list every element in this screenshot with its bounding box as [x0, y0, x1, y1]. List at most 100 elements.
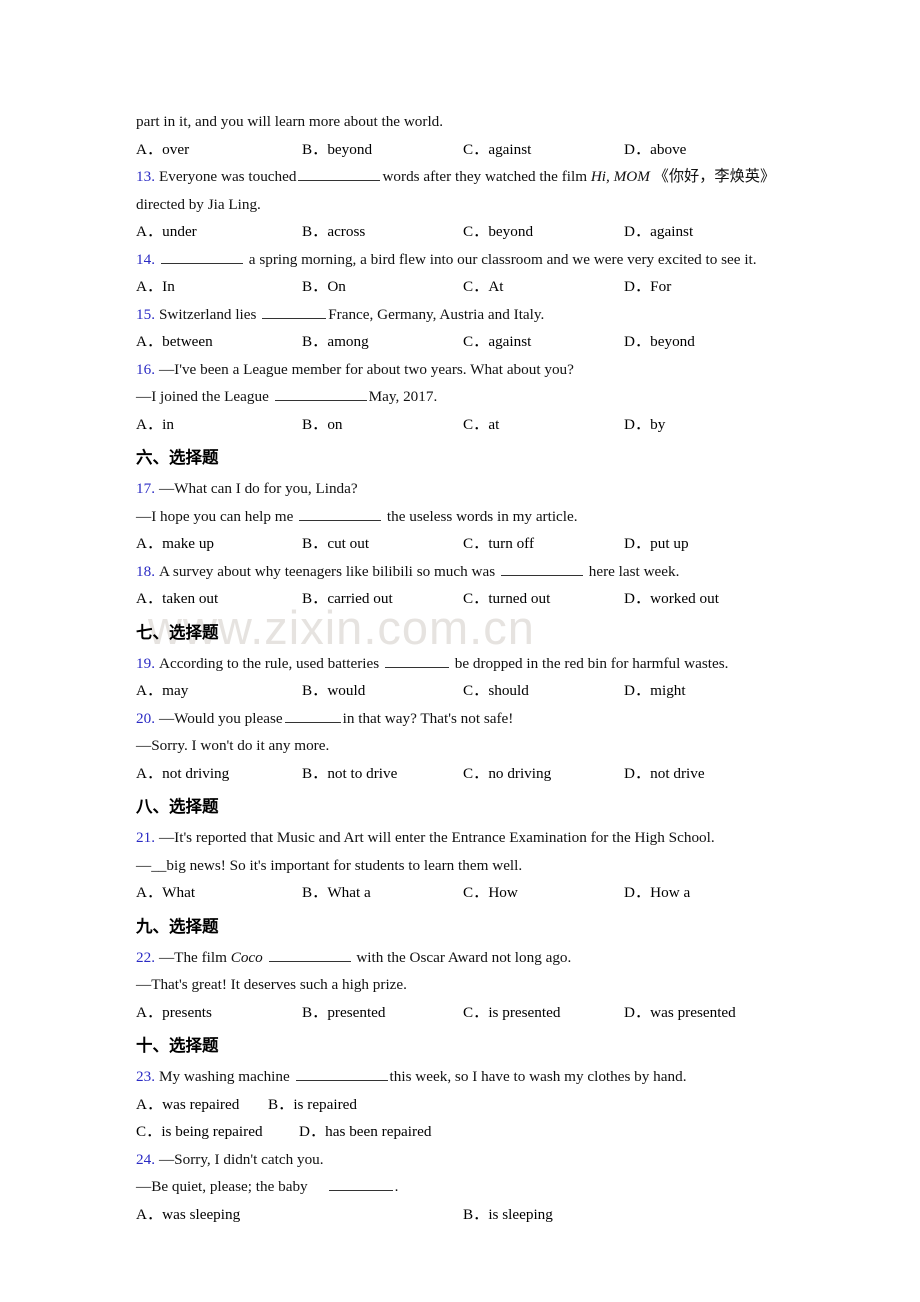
question-text: —Would you please: [158, 709, 283, 727]
option-b-q15[interactable]: B．among: [302, 328, 369, 356]
option-label-d: D．: [624, 223, 651, 240]
question-17-stem: 17. —What can I do for you, Linda?: [136, 475, 791, 503]
option-d-q19[interactable]: D．might: [624, 677, 686, 705]
option-d-q23[interactable]: D．has been repaired: [299, 1118, 431, 1146]
option-d-q21[interactable]: D．How a: [624, 879, 690, 907]
option-c-q15[interactable]: C．against: [463, 328, 531, 356]
option-c-q18[interactable]: C．turned out: [463, 585, 550, 613]
option-b-q17[interactable]: B．cut out: [302, 530, 369, 558]
option-b-q20[interactable]: B．not to drive: [302, 760, 397, 788]
option-c-q13[interactable]: C．beyond: [463, 218, 533, 246]
option-b-q13[interactable]: B．across: [302, 218, 365, 246]
option-label-b: B．: [302, 278, 328, 295]
film-title-chinese: 《你好，李焕英》: [653, 167, 776, 185]
question-text-cont: be dropped in the red bin for harmful wa…: [454, 654, 729, 672]
option-b-q16[interactable]: B．on: [302, 411, 343, 439]
option-label-d: D．: [624, 1003, 651, 1021]
answer-blank[interactable]: [268, 948, 351, 962]
option-b-q14[interactable]: B．On: [302, 273, 346, 301]
answer-blank[interactable]: [160, 250, 243, 264]
answer-blank[interactable]: [500, 562, 583, 576]
reply-text-cont: the useless words in my article.: [386, 507, 578, 525]
option-a-q18[interactable]: A．taken out: [136, 585, 218, 613]
option-label-d: D．: [299, 1123, 326, 1140]
question-text-cont: with the Oscar Award not long ago.: [356, 948, 572, 966]
question-21-reply: —__big news! So it's important for stude…: [136, 856, 523, 874]
option-a-q22[interactable]: A．presents: [136, 999, 212, 1027]
question-text-cont: here last week.: [588, 562, 680, 580]
option-a-q12[interactable]: A．over: [136, 136, 189, 164]
option-b-q24[interactable]: B．is sleeping: [463, 1201, 553, 1229]
option-a-q24[interactable]: A．was sleeping: [136, 1201, 240, 1229]
answer-blank[interactable]: [274, 387, 367, 401]
options-row-q21: A．What B．What a C．How D．How a: [136, 879, 791, 907]
option-b-q23[interactable]: B．is repaired: [268, 1091, 357, 1119]
option-d-q20[interactable]: D．not drive: [624, 760, 705, 788]
option-text: In: [162, 278, 175, 295]
reply-text: —I hope you can help me: [136, 507, 294, 525]
option-text: carried out: [327, 590, 393, 607]
option-text: has been repaired: [325, 1123, 432, 1140]
option-label-c: C．: [463, 682, 489, 699]
option-text: across: [327, 223, 366, 240]
option-a-q23[interactable]: A．was repaired: [136, 1091, 239, 1119]
option-b-q19[interactable]: B．would: [302, 677, 365, 705]
option-a-q17[interactable]: A．make up: [136, 530, 214, 558]
option-label-b: B．: [302, 223, 328, 240]
option-text: turn off: [488, 535, 535, 552]
option-c-q14[interactable]: C．At: [463, 273, 504, 301]
option-d-q17[interactable]: D．put up: [624, 530, 689, 558]
option-d-q16[interactable]: D．by: [624, 411, 665, 439]
option-c-q19[interactable]: C．should: [463, 677, 529, 705]
option-c-q22[interactable]: C．is presented: [463, 999, 560, 1027]
option-d-q14[interactable]: D．For: [624, 273, 671, 301]
option-c-q12[interactable]: C．against: [463, 136, 531, 164]
answer-blank[interactable]: [295, 1067, 388, 1081]
option-a-q14[interactable]: A．In: [136, 273, 175, 301]
answer-blank[interactable]: [262, 305, 327, 319]
option-c-q23[interactable]: C．is being repaired: [136, 1118, 263, 1146]
option-label-b: B．: [302, 1003, 328, 1021]
option-a-q19[interactable]: A．may: [136, 677, 188, 705]
option-c-q21[interactable]: C．How: [463, 879, 518, 907]
option-text: not driving: [162, 764, 230, 782]
option-text: How a: [650, 884, 691, 901]
option-text: worked out: [650, 590, 719, 607]
option-d-q18[interactable]: D．worked out: [624, 585, 719, 613]
option-label-c: C．: [463, 590, 489, 607]
option-label-a: A．: [136, 415, 163, 433]
option-d-q13[interactable]: D．against: [624, 218, 693, 246]
question-text: a spring morning, a bird flew into our c…: [248, 250, 757, 268]
option-text: by: [650, 415, 666, 433]
option-label-c: C．: [463, 884, 489, 901]
option-text: On: [327, 278, 346, 295]
question-13-stem: 13. Everyone was touched words after they …: [136, 163, 791, 218]
option-a-q13[interactable]: A．under: [136, 218, 197, 246]
option-d-q12[interactable]: D．above: [624, 136, 686, 164]
option-text: against: [488, 140, 532, 158]
option-d-q15[interactable]: D．beyond: [624, 328, 695, 356]
answer-blank[interactable]: [284, 709, 341, 723]
option-b-q12[interactable]: B．beyond: [302, 136, 372, 164]
answer-blank[interactable]: [298, 167, 381, 181]
option-c-q17[interactable]: C．turn off: [463, 530, 534, 558]
option-label-a: A．: [136, 140, 163, 158]
option-a-q16[interactable]: A．in: [136, 411, 174, 439]
answer-blank[interactable]: [384, 654, 449, 668]
option-c-q16[interactable]: C．at: [463, 411, 499, 439]
option-a-q21[interactable]: A．What: [136, 879, 195, 907]
option-d-q22[interactable]: D．was presented: [624, 999, 736, 1027]
option-text: should: [488, 682, 529, 699]
option-b-q22[interactable]: B．presented: [302, 999, 386, 1027]
option-b-q18[interactable]: B．carried out: [302, 585, 393, 613]
answer-blank[interactable]: [328, 1177, 393, 1191]
option-a-q15[interactable]: A．between: [136, 328, 213, 356]
option-label-c: C．: [463, 415, 489, 433]
option-b-q21[interactable]: B．What a: [302, 879, 371, 907]
answer-blank[interactable]: [299, 507, 382, 521]
option-a-q20[interactable]: A．not driving: [136, 760, 229, 788]
option-c-q20[interactable]: C．no driving: [463, 760, 551, 788]
option-text: What: [162, 884, 196, 901]
option-text: might: [650, 682, 686, 699]
option-text: was sleeping: [162, 1205, 241, 1223]
